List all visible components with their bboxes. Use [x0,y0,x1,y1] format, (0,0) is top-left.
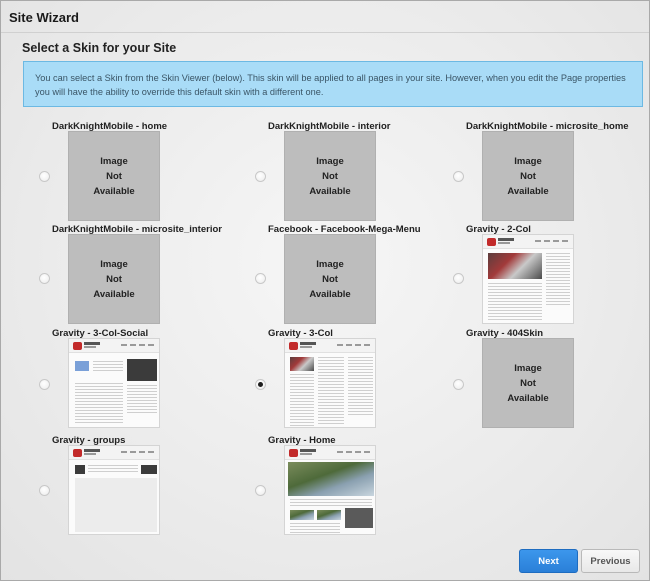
thumb-hero-image [288,462,374,496]
thumb-header [285,339,375,353]
thumb-group-image [75,465,85,474]
thumb-nav [337,451,373,453]
thumb-nav [121,344,157,346]
brand-logo-icon [487,238,496,246]
info-message: You can select a Skin from the Skin View… [23,61,643,107]
thumb-social-image [75,361,89,371]
placeholder-text: Available [93,288,135,300]
thumb-image [290,510,314,520]
thumb-text-block [88,465,138,473]
skin-thumbnail-darkknightmobile-microsite-interior[interactable]: Image Not Available [68,234,160,324]
skin-radio-facebook-mega-menu[interactable] [255,273,266,284]
next-button[interactable]: Next [519,549,578,573]
skin-radio-darkknightmobile-home[interactable] [39,171,50,182]
skin-radio-gravity-home[interactable] [255,485,266,496]
thumb-text-block [290,499,372,507]
skin-thumbnail-gravity-3-col[interactable] [284,338,376,428]
thumb-sidebar [127,385,157,415]
thumb-sidebar [348,357,373,417]
thumb-text-block [290,374,314,426]
thumb-header [69,446,159,460]
thumb-text-block [290,523,340,533]
placeholder-text: Image [100,155,128,167]
placeholder-text: Image [514,362,542,374]
skin-thumbnail-darkknightmobile-microsite-home[interactable]: Image Not Available [482,131,574,221]
skin-thumbnail-darkknightmobile-home[interactable]: Image Not Available [68,131,160,221]
skin-thumbnail-facebook-mega-menu[interactable]: Image Not Available [284,234,376,324]
skin-thumbnail-gravity-404skin[interactable]: Image Not Available [482,338,574,428]
skin-thumbnail-darkknightmobile-interior[interactable]: Image Not Available [284,131,376,221]
skin-radio-darkknightmobile-microsite-interior[interactable] [39,273,50,284]
placeholder-text: Image [316,155,344,167]
brand-logo-icon [73,449,82,457]
placeholder-text: Available [507,392,549,404]
thumb-hero-image [488,253,542,279]
thumb-header [69,339,159,353]
skin-radio-gravity-3-col[interactable] [255,379,266,390]
brand-logo-icon [289,449,298,457]
site-wizard-window: Site Wizard Select a Skin for your Site … [0,0,650,581]
thumb-brand [84,453,96,455]
skin-thumbnail-gravity-groups[interactable] [68,445,160,535]
thumb-brand [300,449,316,452]
skin-radio-gravity-2-col[interactable] [453,273,464,284]
brand-logo-icon [73,342,82,350]
thumb-header [285,446,375,460]
placeholder-text: Not [106,170,122,182]
thumb-hero-image [290,357,314,371]
thumb-text-block [318,357,344,426]
window-title: Site Wizard [9,10,79,25]
thumb-text-block [93,361,123,371]
thumb-nav [121,451,157,453]
thumb-brand [498,242,510,244]
thumb-sidebar [546,253,570,305]
thumb-brand [84,342,100,345]
thumb-header [483,235,573,249]
thumb-brand [84,449,100,452]
previous-button[interactable]: Previous [581,549,640,573]
skin-radio-gravity-404skin[interactable] [453,379,464,390]
placeholder-text: Not [520,170,536,182]
skin-thumbnail-gravity-home[interactable] [284,445,376,535]
placeholder-text: Available [309,288,351,300]
skin-radio-darkknightmobile-microsite-home[interactable] [453,171,464,182]
placeholder-text: Available [93,185,135,197]
thumb-map-area [75,478,157,532]
brand-logo-icon [289,342,298,350]
thumb-button [141,465,157,474]
section-title: Select a Skin for your Site [22,41,177,55]
thumb-brand [300,346,312,348]
thumb-image [317,510,341,520]
skin-radio-gravity-groups[interactable] [39,485,50,496]
thumb-brand [300,342,316,345]
thumb-nav [337,344,373,346]
title-divider [1,32,649,33]
placeholder-text: Not [520,377,536,389]
thumb-nav [535,240,571,242]
thumb-text-block [75,383,123,423]
placeholder-text: Not [322,273,338,285]
thumb-brand [498,238,514,241]
placeholder-text: Not [322,170,338,182]
thumb-bike-image [345,508,373,528]
placeholder-text: Image [100,258,128,270]
thumb-text-block [488,283,542,321]
skin-radio-gravity-3-col-social[interactable] [39,379,50,390]
thumb-dark-panel [127,359,157,381]
skin-thumbnail-gravity-3-col-social[interactable] [68,338,160,428]
thumb-brand [84,346,96,348]
placeholder-text: Available [507,185,549,197]
placeholder-text: Not [106,273,122,285]
placeholder-text: Image [514,155,542,167]
placeholder-text: Available [309,185,351,197]
thumb-brand [300,453,312,455]
skin-radio-darkknightmobile-interior[interactable] [255,171,266,182]
skin-thumbnail-gravity-2-col[interactable] [482,234,574,324]
placeholder-text: Image [316,258,344,270]
